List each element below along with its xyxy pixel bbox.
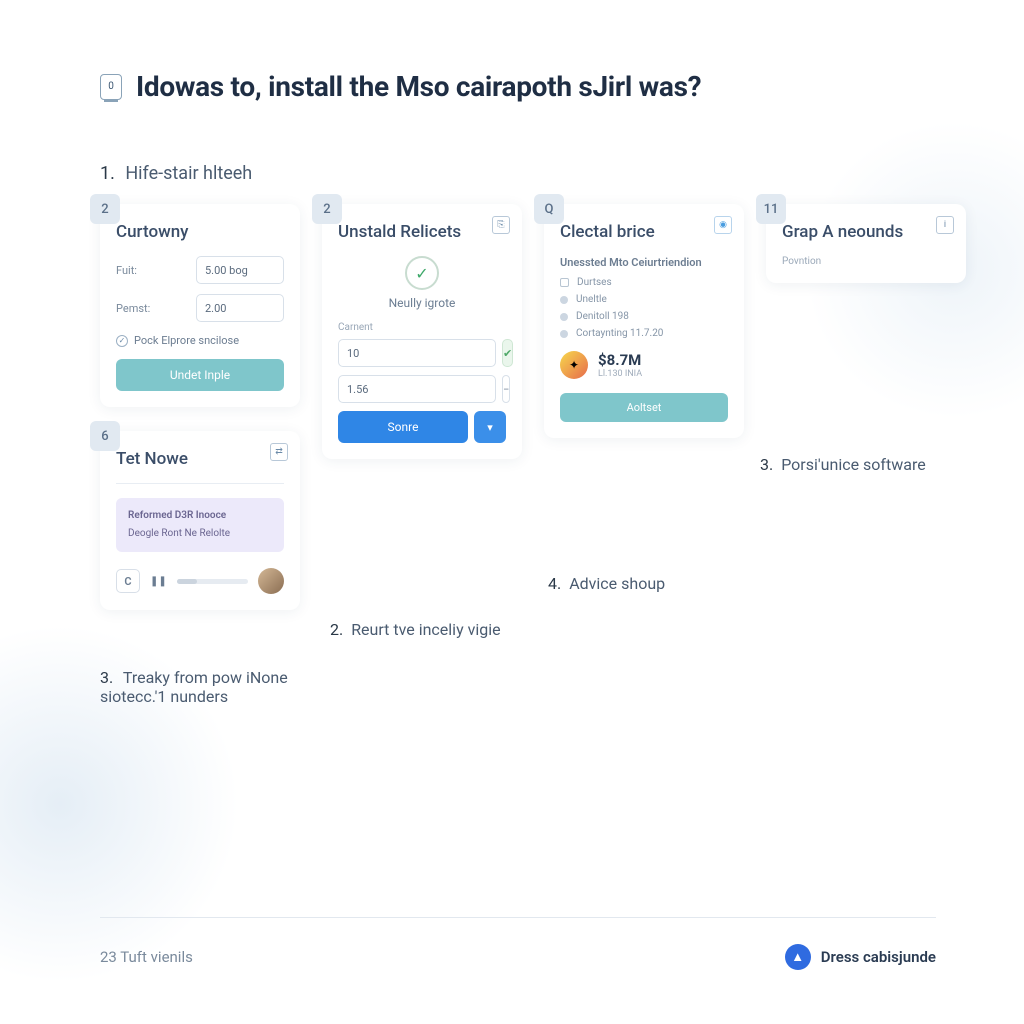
- page-icon: 0: [100, 74, 122, 100]
- info-line-2: Deogle Ront Ne Relolte: [128, 526, 272, 542]
- pause-icon[interactable]: ❚❚: [150, 576, 167, 587]
- card-badge: 2: [312, 194, 342, 224]
- footer-right[interactable]: ▲ Dress cabisjunde: [785, 944, 936, 970]
- undet-button[interactable]: Undet Inple: [116, 359, 284, 391]
- card-subtitle: Unessted Mto Ceiurtriendion: [560, 256, 728, 269]
- footer: 23 Tuft vienils ▲ Dress cabisjunde: [100, 917, 936, 970]
- step-3b-heading: 3. Treaky from pow iNone siotecc.'1 nund…: [100, 668, 300, 706]
- minus-icon[interactable]: −: [502, 375, 510, 403]
- card-tet-nowe: 6 ⇄ Tet Nowe Reformed D3R Inooce Deogle …: [100, 431, 300, 610]
- dropdown-button[interactable]: ▾: [474, 411, 506, 443]
- field-label: Fuit:: [116, 264, 137, 277]
- list-item: Cortaynting 11.7.20: [576, 328, 663, 339]
- step-2-number: 2.: [330, 620, 343, 639]
- card-sub: Povntion: [782, 256, 950, 267]
- footer-brand: Dress cabisjunde: [821, 948, 936, 966]
- step-1-heading: 1. Hife-stair hlteeh: [100, 163, 936, 184]
- card-title: Unstald Relicets: [338, 222, 506, 242]
- step-4-label: Advice shoup: [569, 574, 665, 593]
- list-item: Durtses: [577, 277, 612, 288]
- step-3r-label: Porsi'unice software: [781, 455, 926, 474]
- check-label: Pock Elprore sncilose: [134, 334, 239, 347]
- val2-input[interactable]: [338, 375, 496, 403]
- target-icon[interactable]: ◉: [714, 216, 732, 234]
- check-icon[interactable]: ✓: [116, 335, 128, 347]
- section-label: Carnent: [338, 322, 506, 333]
- card-clectal: Q ◉ Clectal brice Unessted Mto Ceiurtrie…: [544, 204, 744, 438]
- aoltset-button[interactable]: Aoltset: [560, 393, 728, 422]
- avatar: [258, 568, 284, 594]
- step-1-label: Hife-stair hlteeh: [125, 163, 252, 184]
- checkbox-icon[interactable]: [560, 278, 569, 287]
- step-2-heading: 2. Reurt tve inceliy vigie: [330, 620, 501, 639]
- step-1-number: 1.: [100, 163, 115, 184]
- confirm-icon[interactable]: ✔: [502, 339, 513, 367]
- price-sub: Ll.130 INIA: [598, 369, 642, 379]
- progress-bar[interactable]: [177, 579, 248, 584]
- card-badge: Q: [534, 194, 564, 224]
- step-2-label: Reurt tve inceliy vigie: [351, 620, 500, 639]
- card-title: Tet Nowe: [116, 449, 284, 469]
- chip[interactable]: C: [116, 569, 140, 593]
- info-box: Reformed D3R Inooce Deogle Ront Ne Relol…: [116, 498, 284, 552]
- bullet-icon: [560, 330, 568, 338]
- card-title: Clectal brice: [560, 222, 728, 242]
- card-grap: 11 i Grap A neounds Povntion: [766, 204, 966, 283]
- card-badge: 11: [756, 194, 786, 224]
- copy-icon[interactable]: ⎘: [492, 216, 510, 234]
- bullet-icon: [560, 296, 568, 304]
- card-unstald: 2 ⎘ Unstald Relicets ✓ Neully igrote Car…: [322, 204, 522, 459]
- card-curtowny: 2 Curtowny Fuit: Pemst: ✓ Pock Elprore s…: [100, 204, 300, 407]
- step-4-number: 4.: [548, 574, 561, 593]
- price-icon: ✦: [560, 351, 588, 379]
- sonre-button[interactable]: Sonre: [338, 411, 468, 443]
- step-3r-number: 3.: [760, 455, 773, 474]
- pemst-input[interactable]: [196, 294, 284, 322]
- field-label: Pemst:: [116, 302, 150, 315]
- card-title: Grap A neounds: [782, 222, 950, 242]
- swap-icon[interactable]: ⇄: [270, 443, 288, 461]
- step-3b-label: Treaky from pow iNone siotecc.'1 nunders: [100, 668, 288, 706]
- check-circle-icon: ✓: [405, 256, 439, 290]
- bullet-icon: [560, 313, 568, 321]
- fuit-input[interactable]: [196, 256, 284, 284]
- card-badge: 2: [90, 194, 120, 224]
- flame-icon: ▲: [785, 944, 811, 970]
- list-item: Uneltle: [576, 294, 607, 305]
- val1-input[interactable]: [338, 339, 496, 367]
- info-line-1: Reformed D3R Inooce: [128, 508, 272, 524]
- status-text: Neully igrote: [338, 296, 506, 310]
- card-badge: 6: [90, 421, 120, 451]
- footer-left: 23 Tuft vienils: [100, 948, 193, 966]
- page-title: Idowas to, install the Mso cairapoth sJi…: [136, 70, 701, 103]
- info-icon[interactable]: i: [936, 216, 954, 234]
- step-3r-heading: 3. Porsi'unice software: [760, 455, 926, 474]
- step-4-heading: 4. Advice shoup: [548, 574, 665, 593]
- title-row: 0 Idowas to, install the Mso cairapoth s…: [100, 70, 936, 103]
- card-title: Curtowny: [116, 222, 284, 242]
- price-value: $8.7M: [598, 351, 642, 369]
- list-item: Denitoll 198: [576, 311, 629, 322]
- step-3b-number: 3.: [100, 668, 113, 687]
